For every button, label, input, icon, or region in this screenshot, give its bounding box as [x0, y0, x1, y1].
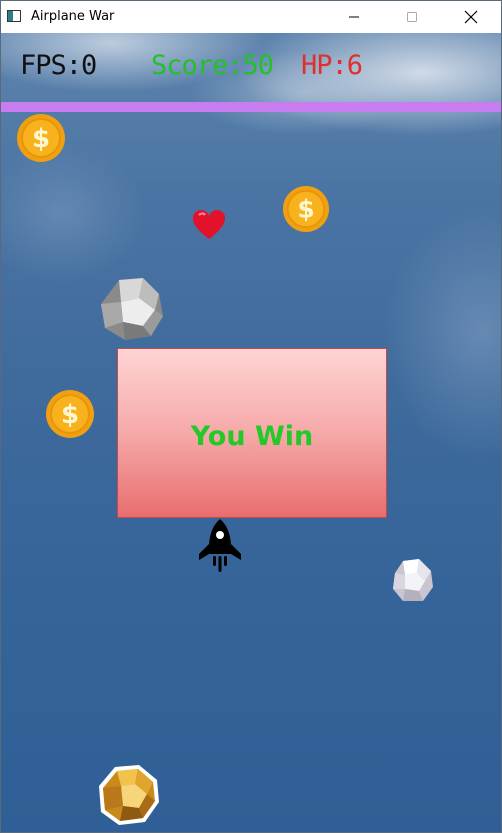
- coin-icon: $: [46, 390, 94, 438]
- rock-icon: [101, 278, 163, 340]
- title-bar: Airplane War: [1, 1, 501, 33]
- hp-display: HP:6: [301, 50, 363, 81]
- heart-icon: [193, 210, 225, 239]
- coin-icon: $: [282, 185, 330, 233]
- maximize-icon: [407, 12, 417, 22]
- score-display: Score:50: [151, 50, 274, 81]
- win-dialog: You Win: [117, 348, 387, 518]
- rock-icon: [393, 559, 433, 601]
- fps-counter: FPS:0: [20, 50, 97, 81]
- svg-text:$: $: [32, 124, 50, 154]
- close-icon: [464, 10, 478, 24]
- window-title: Airplane War: [31, 9, 115, 24]
- maximize-button[interactable]: [389, 1, 435, 33]
- close-button[interactable]: [448, 1, 494, 33]
- rocket-icon[interactable]: [197, 518, 243, 574]
- boundary-bar: [1, 102, 501, 112]
- svg-text:$: $: [61, 400, 79, 430]
- svg-text:$: $: [297, 195, 314, 224]
- gold-rock-icon: [99, 765, 159, 825]
- coin-icon: $: [17, 114, 65, 162]
- minimize-button[interactable]: [331, 1, 377, 33]
- app-icon: [7, 10, 21, 22]
- win-message: You Win: [190, 420, 314, 452]
- minimize-icon: [349, 16, 359, 18]
- game-canvas[interactable]: FPS:0 Score:50 HP:6 $ $ $ You Win: [1, 33, 501, 832]
- game-window: Airplane War FPS:0 Score:50 HP:6 $ $ $ Y…: [0, 0, 502, 833]
